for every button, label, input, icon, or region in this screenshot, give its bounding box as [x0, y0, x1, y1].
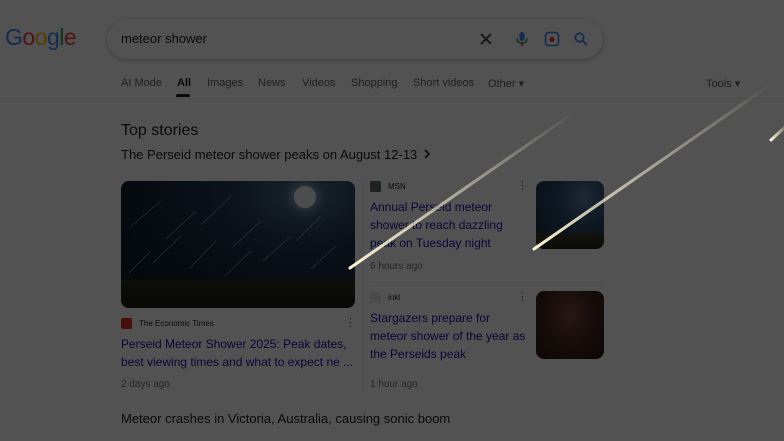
- tab-ai-mode[interactable]: AI Mode: [121, 77, 162, 89]
- lens-icon[interactable]: [541, 28, 563, 50]
- tab-other[interactable]: Other ▾: [488, 77, 524, 90]
- row-divider: [370, 282, 604, 283]
- side-story-1-time: 6 hours ago: [370, 261, 423, 272]
- logo-letter: g: [46, 24, 60, 50]
- logo-letter: o: [34, 24, 48, 50]
- economic-times-logo-icon: [121, 318, 132, 329]
- search-input[interactable]: meteor shower: [121, 31, 207, 46]
- logo-letter: G: [5, 24, 23, 50]
- close-icon[interactable]: [475, 28, 497, 50]
- meteor-streak: [769, 126, 784, 142]
- more-options-icon[interactable]: ⋮: [517, 181, 528, 192]
- tab-images[interactable]: Images: [207, 77, 243, 89]
- more-options-icon[interactable]: ⋮: [517, 292, 528, 303]
- main-story-time: 2 days ago: [121, 379, 170, 390]
- top-stories-headline-link[interactable]: The Perseid meteor shower peaks on Augus…: [121, 147, 431, 162]
- side-story-2-thumbnail[interactable]: [536, 291, 604, 359]
- tab-shopping[interactable]: Shopping: [351, 77, 398, 89]
- tab-short-videos[interactable]: Short videos: [413, 77, 474, 89]
- column-divider: [362, 181, 363, 394]
- chevron-right-icon: [423, 147, 431, 162]
- logo-letter: e: [63, 24, 77, 50]
- side-story-1-title[interactable]: Annual Perseid meteor shower to reach da…: [370, 198, 530, 252]
- main-story-source: The Economic Times: [139, 319, 214, 328]
- side-story-2-title[interactable]: Stargazers prepare for meteor shower of …: [370, 309, 530, 363]
- tab-videos[interactable]: Videos: [302, 77, 335, 89]
- tab-all[interactable]: All: [177, 77, 191, 89]
- side-story-2-source: inkl: [388, 293, 401, 302]
- microphone-icon[interactable]: [511, 28, 533, 50]
- main-story-image[interactable]: [121, 181, 355, 308]
- main-story-title[interactable]: Perseid Meteor Shower 2025: Peak dates, …: [121, 335, 355, 371]
- more-options-icon[interactable]: ⋮: [345, 318, 356, 329]
- side-story-1-source: MSN: [388, 182, 406, 191]
- msn-logo-icon: [370, 181, 381, 192]
- side-story-2-time: 1 hour ago: [370, 379, 418, 390]
- top-stories-headline: The Perseid meteor shower peaks on Augus…: [121, 147, 418, 162]
- search-box[interactable]: meteor shower: [107, 19, 603, 59]
- side-story-1-thumbnail[interactable]: [536, 181, 604, 249]
- moon: [294, 186, 316, 208]
- search-results-page: Google meteor shower AI Mode All Images …: [0, 0, 784, 441]
- tools-button[interactable]: Tools ▾: [706, 77, 740, 90]
- active-tab-indicator: [176, 94, 190, 97]
- logo-letter: o: [22, 24, 35, 50]
- next-result-headline[interactable]: Meteor crashes in Victoria, Australia, c…: [121, 411, 450, 426]
- top-stories-title: Top stories: [121, 122, 199, 139]
- inkl-logo-icon: [370, 292, 381, 303]
- ground-silhouette: [121, 280, 355, 308]
- tab-news[interactable]: News: [258, 77, 286, 89]
- search-icon[interactable]: [570, 28, 592, 50]
- header-divider: [0, 98, 784, 99]
- google-logo[interactable]: Google: [5, 24, 77, 51]
